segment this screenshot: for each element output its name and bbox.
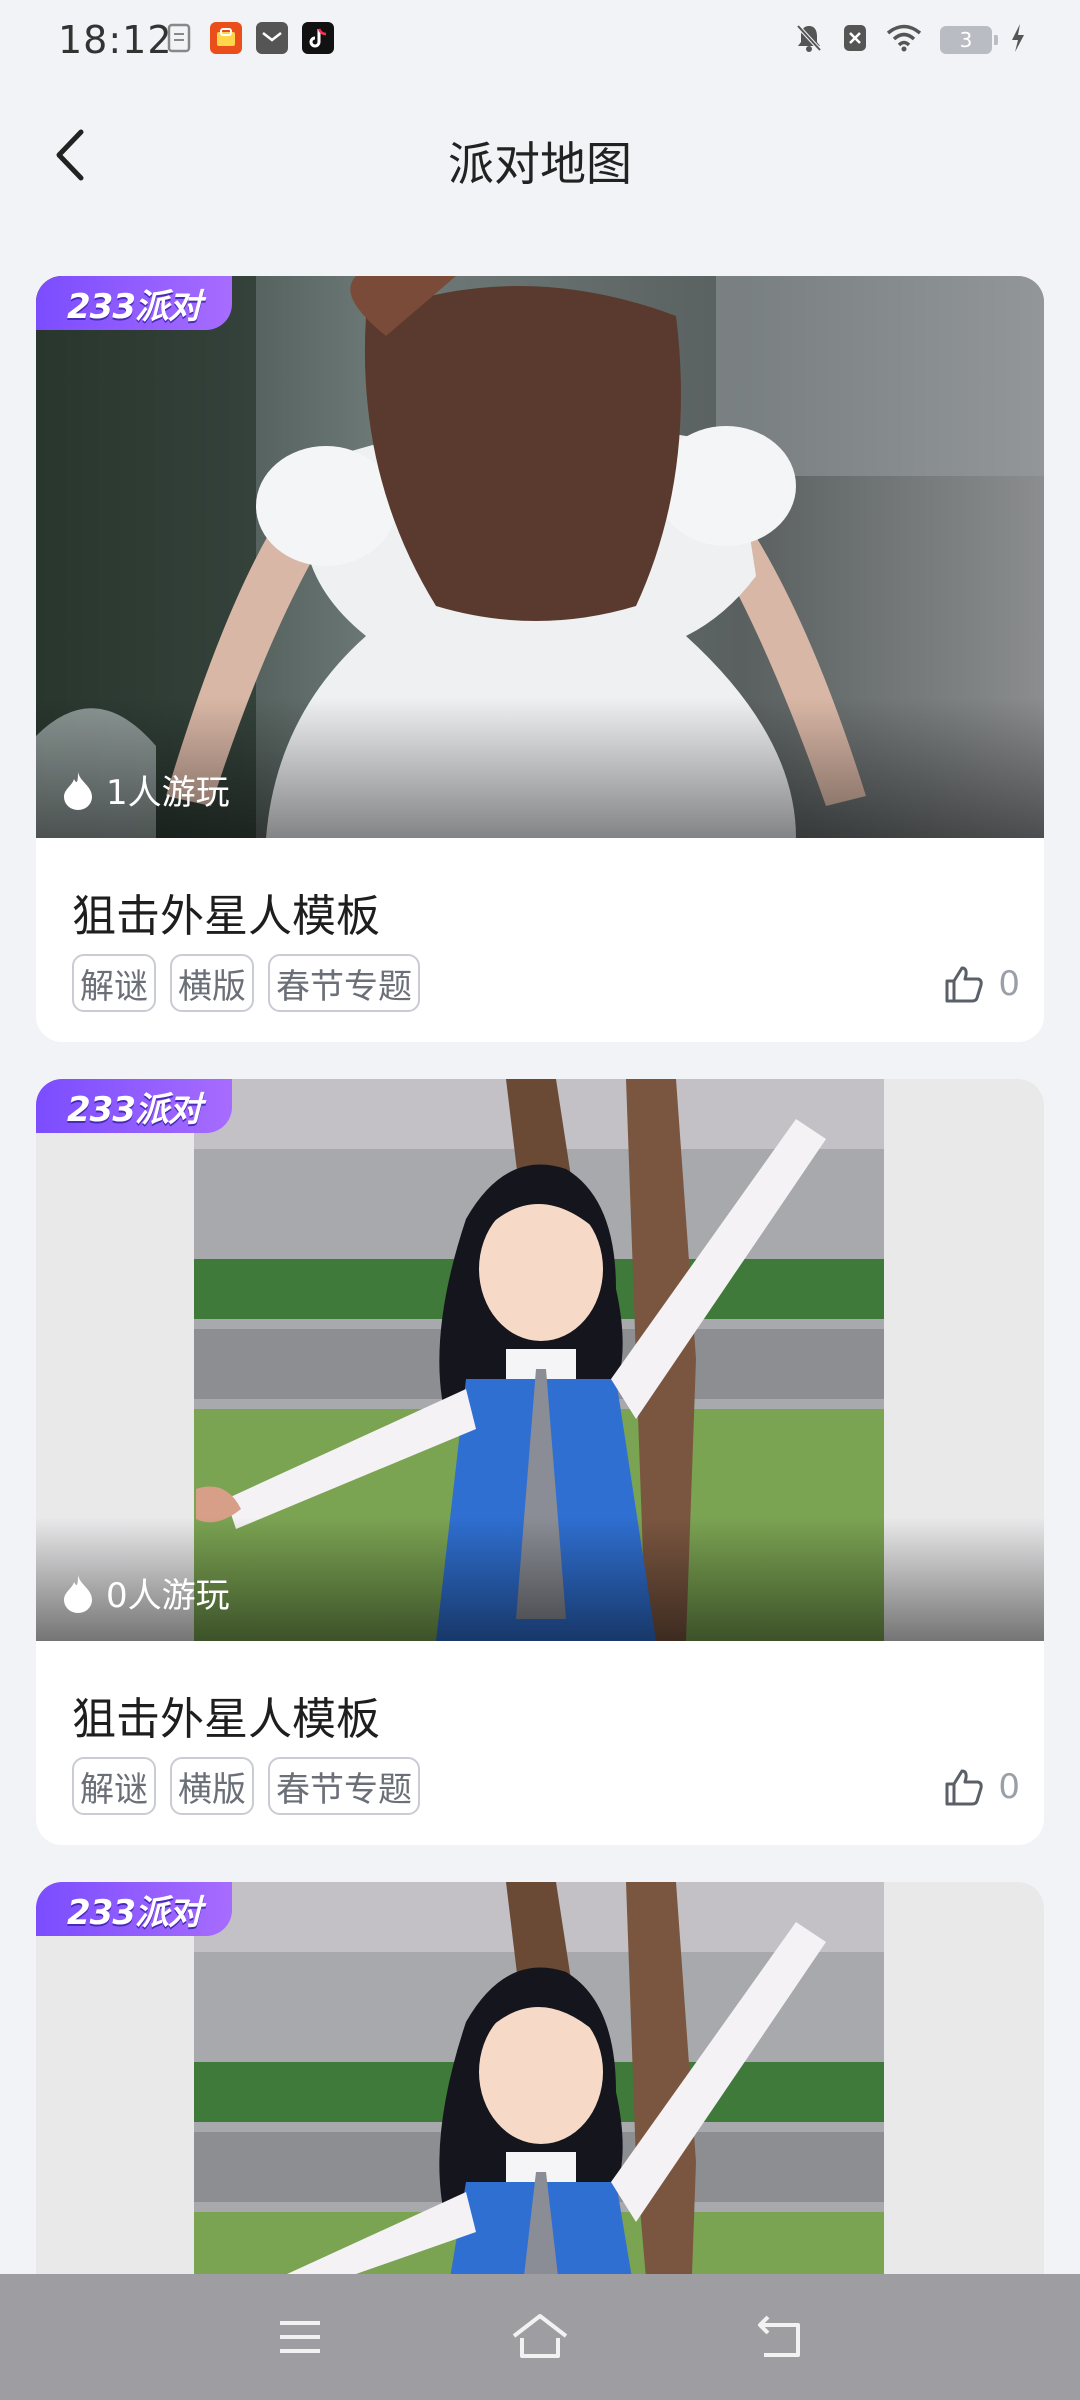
- card-thumbnail-anime-girl: [36, 1079, 1044, 1641]
- fire-icon: [64, 771, 92, 810]
- map-card[interactable]: 233派对: [36, 1882, 1044, 2302]
- like-count: 0: [998, 964, 1020, 1004]
- tag: 横版: [170, 954, 254, 1012]
- thumbs-up-icon: [945, 966, 984, 1003]
- nav-back-button[interactable]: [745, 2302, 815, 2372]
- tag-list: 解谜 横版 春节专题: [72, 954, 420, 1012]
- tiktok-app-icon: [302, 22, 334, 54]
- tag: 解谜: [72, 1757, 156, 1815]
- player-count: 1人游玩: [62, 765, 230, 814]
- player-count: 0人游玩: [62, 1568, 230, 1617]
- map-card-body: 狙击外星人模板 解谜 横版 春节专题 0: [36, 838, 1044, 1042]
- shopping-app-icon: [210, 22, 242, 54]
- no-sim-icon: [842, 23, 868, 57]
- map-card[interactable]: 233派对 0人游玩 狙击外星人模板 解谜 横版 春节专题 0: [36, 1079, 1044, 1845]
- page-title: 派对地图: [448, 137, 632, 191]
- like-button[interactable]: 0: [944, 964, 1020, 1004]
- status-bar: 18:12 3: [0, 0, 1080, 84]
- charging-icon: [1010, 23, 1026, 57]
- menu-icon: [280, 2321, 320, 2353]
- status-app-icons: [164, 22, 334, 54]
- map-card-title: 狙击外星人模板: [72, 1694, 380, 1745]
- tag: 春节专题: [268, 954, 420, 1012]
- map-card[interactable]: 233派对 1人游玩 狙击外星人模板 解谜 横版 春节专题 0: [36, 276, 1044, 1042]
- platform-badge: 233派对: [36, 276, 232, 330]
- battery-indicator: 3: [940, 26, 998, 54]
- platform-badge: 233派对: [36, 1882, 232, 1936]
- mute-bell-icon: [794, 22, 824, 58]
- tag-list: 解谜 横版 春节专题: [72, 1757, 420, 1815]
- nav-menu-button[interactable]: [265, 2302, 335, 2372]
- fire-icon: [64, 1574, 92, 1613]
- tag: 解谜: [72, 954, 156, 1012]
- platform-badge: 233派对: [36, 1079, 232, 1133]
- document-app-icon: [164, 22, 196, 54]
- card-thumbnail-anime-girl: [36, 1882, 1044, 2302]
- status-time: 18:12: [58, 18, 173, 62]
- tag: 春节专题: [268, 1757, 420, 1815]
- system-nav-bar: [0, 2274, 1080, 2400]
- thumbs-up-icon: [945, 1769, 984, 1806]
- like-button[interactable]: 0: [944, 1767, 1020, 1807]
- player-count-label: 0人游玩: [106, 1576, 230, 1616]
- tag: 横版: [170, 1757, 254, 1815]
- status-right-icons: 3: [794, 22, 1026, 58]
- card-thumbnail-girl-dress: [36, 276, 1044, 838]
- page: 18:12 3 派对地图 233派对 1人游玩 狙击外星人模板 解谜 横版 春节…: [0, 0, 1080, 2400]
- like-count: 0: [998, 1767, 1020, 1807]
- header: 派对地图: [0, 100, 1080, 210]
- map-card-image[interactable]: 233派对 1人游玩: [36, 276, 1044, 838]
- home-icon: [512, 2314, 568, 2358]
- nav-home-button[interactable]: [505, 2302, 575, 2372]
- map-card-title: 狙击外星人模板: [72, 891, 380, 942]
- map-card-image[interactable]: 233派对 0人游玩: [36, 1079, 1044, 1641]
- map-card-image[interactable]: 233派对: [36, 1882, 1044, 2302]
- mail-app-icon: [256, 22, 288, 54]
- wifi-icon: [886, 24, 922, 56]
- return-icon: [758, 2315, 800, 2357]
- map-card-body: 狙击外星人模板 解谜 横版 春节专题 0: [36, 1641, 1044, 1845]
- player-count-label: 1人游玩: [106, 773, 230, 813]
